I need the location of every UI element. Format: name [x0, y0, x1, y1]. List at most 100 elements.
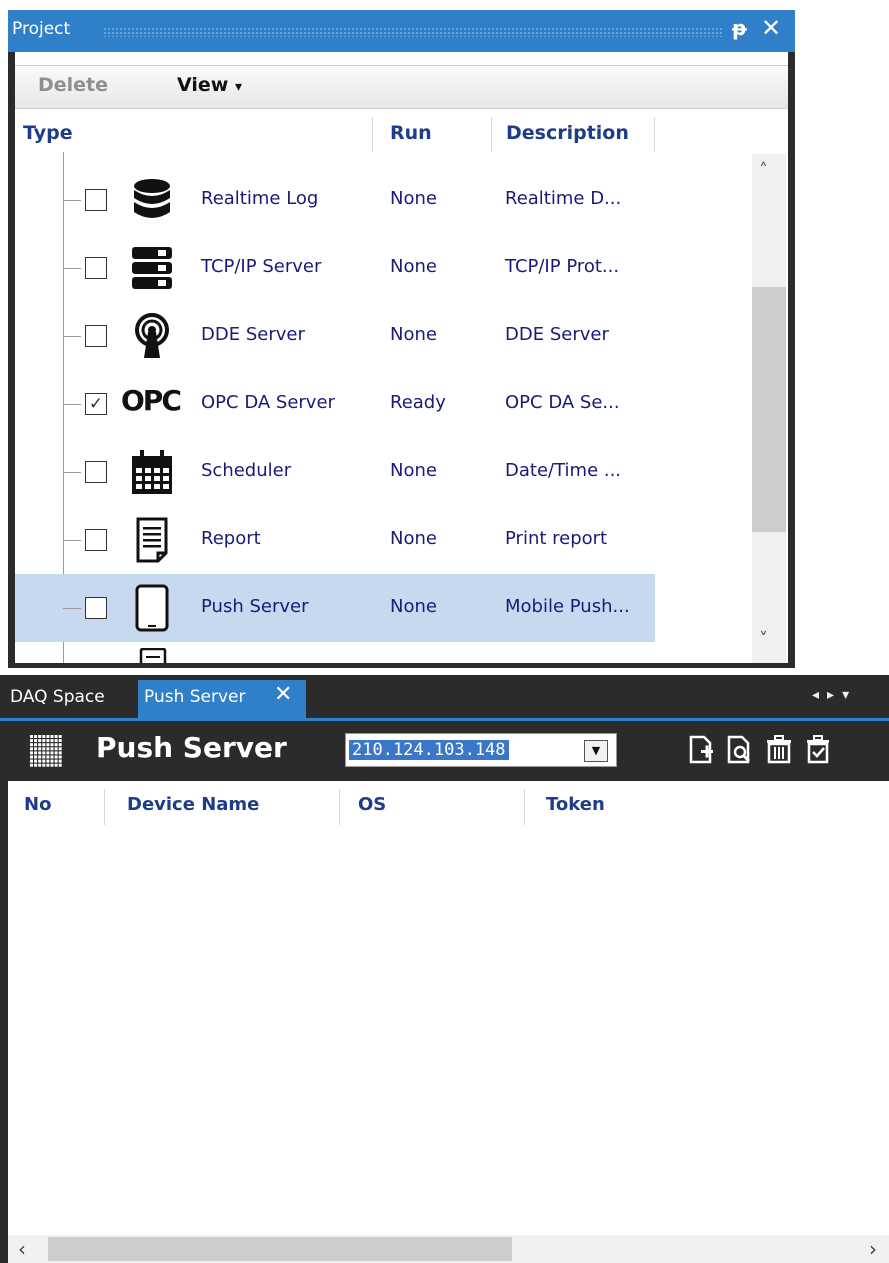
- tab-push-server[interactable]: Push Server ✕: [138, 680, 306, 718]
- tree-row-scheduler[interactable]: Scheduler None Date/Time ...: [15, 438, 655, 506]
- calendar-icon: [132, 450, 172, 494]
- column-header-type[interactable]: Type: [23, 122, 73, 144]
- tree-branch-line: [63, 540, 81, 541]
- row-run-status: None: [390, 256, 437, 277]
- project-title: Project: [12, 19, 71, 39]
- tablet-icon: [135, 584, 169, 632]
- titlebar-grip[interactable]: [103, 27, 723, 37]
- close-tab-icon[interactable]: ✕: [274, 682, 292, 707]
- tree-row-tcpip-server[interactable]: TCP/IP Server None TCP/IP Prot...: [15, 234, 655, 302]
- horizontal-scrollbar[interactable]: ‹ ›: [8, 1235, 889, 1263]
- row-run-status: None: [390, 188, 437, 209]
- column-header-description[interactable]: Description: [506, 122, 629, 144]
- column-divider[interactable]: [654, 117, 655, 152]
- column-header-run[interactable]: Run: [390, 122, 432, 144]
- device-table: No Device Name OS Token: [8, 781, 889, 1235]
- row-run-status: None: [390, 596, 437, 617]
- row-checkbox[interactable]: [85, 529, 107, 551]
- tab-daq-space[interactable]: DAQ Space: [10, 687, 105, 707]
- row-description: Date/Time ...: [505, 460, 622, 481]
- page-title: Push Server: [96, 731, 287, 764]
- tab-navigation: ◂▸▾: [812, 687, 857, 703]
- row-name: OPC DA Server: [201, 392, 335, 413]
- tree-branch-line: [63, 608, 81, 609]
- project-panel: Project ᵽ ✕ Delete View ▾ Type Run Descr…: [8, 10, 795, 668]
- row-name: Realtime Log: [201, 188, 319, 209]
- row-name: Push Server: [201, 596, 309, 617]
- row-checkbox-checked[interactable]: ✓: [85, 393, 107, 415]
- add-document-icon[interactable]: [688, 735, 716, 765]
- tree-row-realtime-log[interactable]: Realtime Log None Realtime D...: [15, 166, 655, 234]
- view-document-icon[interactable]: [726, 735, 754, 765]
- grid-icon: [30, 735, 62, 767]
- document-icon: [136, 517, 168, 563]
- row-name: DDE Server: [201, 324, 305, 345]
- row-checkbox[interactable]: [85, 189, 107, 211]
- column-divider[interactable]: [339, 789, 340, 825]
- tree-row-push-server[interactable]: Push Server None Mobile Push...: [15, 574, 655, 642]
- tree-row-report[interactable]: Report None Print report: [15, 506, 655, 574]
- column-header-token[interactable]: Token: [546, 794, 605, 815]
- tree-row-opc-da-server[interactable]: ✓ OPC OPC DA Server Ready OPC DA Se...: [15, 370, 655, 438]
- clear-all-icon[interactable]: [804, 735, 832, 765]
- push-server-panel: DAQ Space Push Server ✕ ◂▸▾ Push Server …: [0, 675, 889, 1263]
- tree-branch-line: [63, 268, 81, 269]
- row-description: TCP/IP Prot...: [505, 256, 620, 277]
- row-description: DDE Server: [505, 324, 609, 345]
- column-divider[interactable]: [372, 117, 373, 152]
- chevron-down-icon: ▾: [234, 79, 242, 95]
- push-server-header: Push Server 210.124.103.148 ▼: [8, 721, 889, 781]
- close-icon[interactable]: ✕: [761, 14, 781, 42]
- scroll-down-icon[interactable]: ˅: [759, 629, 768, 650]
- delete-button[interactable]: Delete: [38, 74, 108, 96]
- horizontal-scrollbar-thumb[interactable]: [48, 1237, 512, 1261]
- opc-logo-icon: OPC: [121, 384, 182, 417]
- row-description: Realtime D...: [505, 188, 622, 209]
- row-run-status: None: [390, 460, 437, 481]
- tab-list-dropdown-icon[interactable]: ▾: [842, 687, 857, 703]
- project-titlebar: Project ᵽ ✕: [8, 10, 795, 52]
- server-rack-icon: [132, 247, 172, 289]
- row-description: Mobile Push...: [505, 596, 630, 617]
- tree-branch-line: [63, 472, 81, 473]
- row-checkbox[interactable]: [85, 325, 107, 347]
- row-checkbox[interactable]: [85, 597, 107, 619]
- tree-branch-line: [63, 200, 81, 201]
- scroll-right-icon[interactable]: ›: [869, 1237, 877, 1261]
- pin-icon[interactable]: ᵽ: [732, 16, 747, 40]
- column-header-os[interactable]: OS: [358, 794, 386, 815]
- tab-scroll-left-icon[interactable]: ◂: [812, 687, 827, 703]
- view-menu-button[interactable]: View ▾: [177, 74, 242, 96]
- column-divider[interactable]: [524, 789, 525, 825]
- row-name: TCP/IP Server: [201, 256, 322, 277]
- database-icon: [134, 179, 170, 218]
- row-checkbox[interactable]: [85, 461, 107, 483]
- row-name: Scheduler: [201, 460, 292, 481]
- scroll-left-icon[interactable]: ‹: [18, 1237, 26, 1261]
- column-divider[interactable]: [491, 117, 492, 152]
- view-label: View: [177, 74, 229, 96]
- delete-icon[interactable]: [765, 735, 793, 765]
- ip-address-select[interactable]: 210.124.103.148 ▼: [345, 733, 617, 767]
- column-header-no[interactable]: No: [24, 794, 51, 815]
- tree-branch-line: [63, 404, 81, 405]
- ip-address-value: 210.124.103.148: [349, 740, 509, 760]
- vertical-scrollbar-thumb[interactable]: [752, 287, 786, 532]
- tab-label: Push Server: [144, 687, 246, 707]
- row-description: OPC DA Se...: [505, 392, 620, 413]
- tree-branch-line: [63, 336, 81, 337]
- column-header-device-name[interactable]: Device Name: [127, 794, 259, 815]
- project-toolbar: Delete View ▾: [15, 65, 788, 109]
- tree-row-dde-server[interactable]: DDE Server None DDE Server: [15, 302, 655, 370]
- tab-scroll-right-icon[interactable]: ▸: [827, 687, 842, 703]
- document-tabbar: DAQ Space Push Server ✕ ◂▸▾: [0, 675, 889, 718]
- row-run-status: None: [390, 528, 437, 549]
- row-run-status: Ready: [390, 392, 446, 413]
- chevron-down-icon[interactable]: ▼: [584, 740, 608, 762]
- scroll-up-icon[interactable]: ˄: [759, 160, 768, 181]
- column-divider[interactable]: [104, 789, 105, 825]
- row-description: Print report: [505, 528, 608, 549]
- row-checkbox[interactable]: [85, 257, 107, 279]
- project-body: Delete View ▾ Type Run Description Realt…: [15, 52, 788, 663]
- row-name: Report: [201, 528, 261, 549]
